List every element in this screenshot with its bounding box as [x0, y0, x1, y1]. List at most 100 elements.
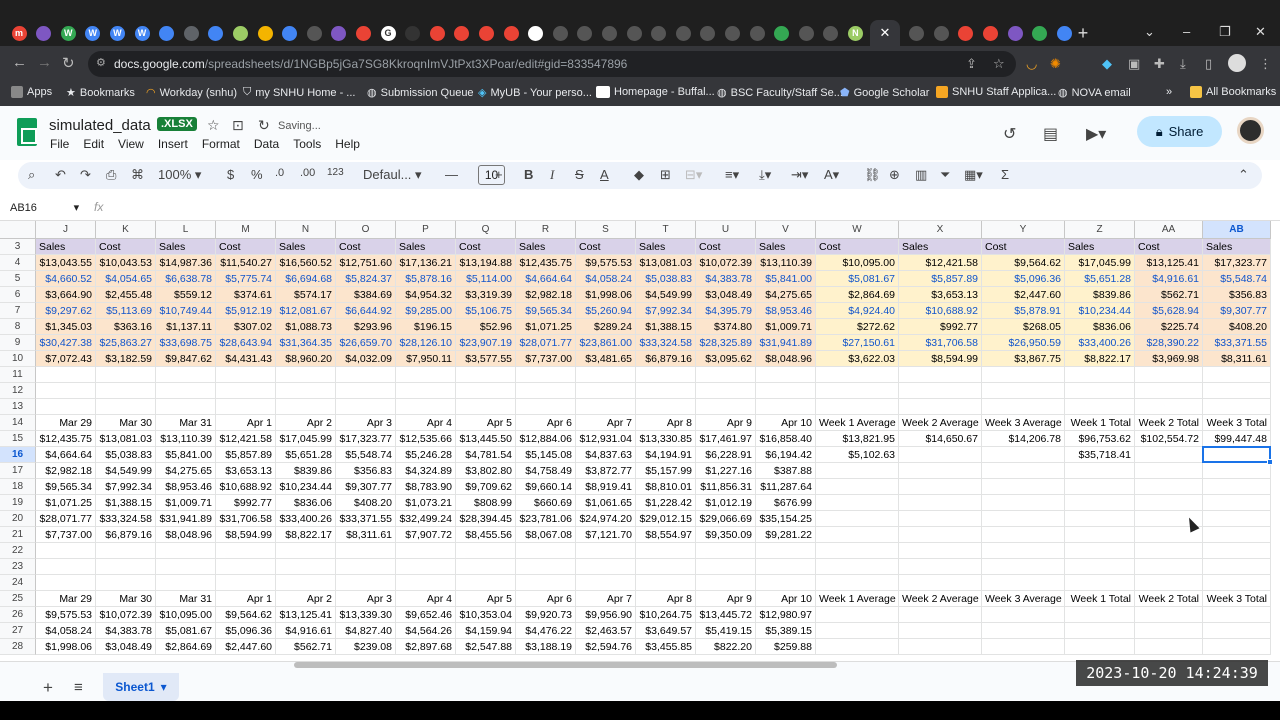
cell-n17[interactable]: $839.86: [276, 463, 336, 479]
cell-q22[interactable]: [456, 543, 516, 559]
cell-n15[interactable]: $17,045.99: [276, 431, 336, 447]
cell-aa15[interactable]: $102,554.72: [1135, 431, 1203, 447]
cell-v19[interactable]: $676.99: [756, 495, 816, 511]
cell-m6[interactable]: $374.61: [216, 287, 276, 303]
cell-w3[interactable]: Cost: [816, 239, 899, 255]
extension-icon[interactable]: ▣: [1128, 56, 1140, 72]
cell-aa25[interactable]: Week 2 Total: [1135, 591, 1203, 607]
cell-v5[interactable]: $5,841.00: [756, 271, 816, 287]
cell-k17[interactable]: $4,549.99: [96, 463, 156, 479]
menu-data[interactable]: Data: [254, 137, 279, 151]
currency-format-button[interactable]: $: [227, 167, 234, 182]
decrease-font-size-button[interactable]: —: [445, 167, 458, 182]
cell-x6[interactable]: $3,653.13: [899, 287, 982, 303]
cell-p11[interactable]: [396, 367, 456, 383]
cell-n6[interactable]: $574.17: [276, 287, 336, 303]
cell-j10[interactable]: $7,072.43: [36, 351, 96, 367]
cell-t20[interactable]: $29,012.15: [636, 511, 696, 527]
cell-z11[interactable]: [1065, 367, 1135, 383]
forward-icon[interactable]: →: [37, 54, 52, 71]
insert-chart-icon[interactable]: ▥: [915, 167, 927, 183]
cell-x10[interactable]: $8,594.99: [899, 351, 982, 367]
browser-tab[interactable]: [352, 20, 374, 46]
cell-aa11[interactable]: [1135, 367, 1203, 383]
cell-ab15[interactable]: $99,447.48: [1203, 431, 1271, 447]
cell-s14[interactable]: Apr 7: [576, 415, 636, 431]
cell-n14[interactable]: Apr 2: [276, 415, 336, 431]
spreadsheet-grid[interactable]: J K L M N O P Q R S T U V W X Y Z AA AB 3 Sales Cost Sales Cost…: [0, 221, 1280, 661]
percent-format-button[interactable]: %: [251, 167, 263, 182]
cell-z17[interactable]: [1065, 463, 1135, 479]
maximize-icon[interactable]: ❐: [1219, 24, 1231, 40]
cell-m9[interactable]: $28,643.94: [216, 335, 276, 351]
insert-comment-icon[interactable]: ⊕: [889, 167, 900, 183]
increase-font-size-button[interactable]: +: [495, 167, 503, 182]
bookmark-submission-queue[interactable]: ◍ Submission Queue: [367, 86, 474, 100]
browser-tab[interactable]: [955, 20, 977, 46]
cell-y24[interactable]: [982, 575, 1065, 591]
browser-tab[interactable]: [254, 20, 276, 46]
cell-l22[interactable]: [156, 543, 216, 559]
cell-o16[interactable]: $5,548.74: [336, 447, 396, 463]
browser-tab[interactable]: [525, 20, 547, 46]
cell-n4[interactable]: $16,560.52: [276, 255, 336, 271]
browser-tab[interactable]: G: [377, 20, 399, 46]
cell-t22[interactable]: [636, 543, 696, 559]
cell-k3[interactable]: Cost: [96, 239, 156, 255]
cell-aa17[interactable]: [1135, 463, 1203, 479]
cell-v28[interactable]: $259.88: [756, 639, 816, 655]
cell-o28[interactable]: $239.08: [336, 639, 396, 655]
cell-v8[interactable]: $1,009.71: [756, 319, 816, 335]
cell-j24[interactable]: [36, 575, 96, 591]
cell-p3[interactable]: Sales: [396, 239, 456, 255]
minimize-icon[interactable]: –: [1183, 24, 1190, 39]
row-header-15[interactable]: 15: [0, 431, 36, 447]
cell-l28[interactable]: $2,864.69: [156, 639, 216, 655]
strikethrough-button[interactable]: S: [575, 167, 584, 182]
cell-j11[interactable]: [36, 367, 96, 383]
cell-w10[interactable]: $3,622.03: [816, 351, 899, 367]
row-header-16[interactable]: 16: [0, 447, 36, 463]
bookmark-snhu-staff[interactable]: SNHU Staff Applica...: [936, 86, 1056, 98]
cell-y7[interactable]: $5,878.91: [982, 303, 1065, 319]
cell-p5[interactable]: $5,878.16: [396, 271, 456, 287]
cell-w7[interactable]: $4,924.40: [816, 303, 899, 319]
cell-j17[interactable]: $2,982.18: [36, 463, 96, 479]
cell-ab14[interactable]: Week 3 Total: [1203, 415, 1271, 431]
cell-u4[interactable]: $10,072.39: [696, 255, 756, 271]
cell-r3[interactable]: Sales: [516, 239, 576, 255]
cell-y25[interactable]: Week 3 Average: [982, 591, 1065, 607]
cell-aa19[interactable]: [1135, 495, 1203, 511]
cell-r19[interactable]: $660.69: [516, 495, 576, 511]
cell-p22[interactable]: [396, 543, 456, 559]
cell-s18[interactable]: $8,919.41: [576, 479, 636, 495]
cell-o15[interactable]: $17,323.77: [336, 431, 396, 447]
cell-ab17[interactable]: [1203, 463, 1271, 479]
cell-u17[interactable]: $1,227.16: [696, 463, 756, 479]
font-select[interactable]: Defaul... ▾: [363, 167, 422, 183]
document-title[interactable]: simulated_data: [49, 117, 151, 134]
cell-v12[interactable]: [756, 383, 816, 399]
cell-r16[interactable]: $5,145.08: [516, 447, 576, 463]
cell-o21[interactable]: $8,311.61: [336, 527, 396, 543]
cell-n10[interactable]: $8,960.20: [276, 351, 336, 367]
browser-tab[interactable]: [180, 20, 202, 46]
cell-m20[interactable]: $31,706.58: [216, 511, 276, 527]
cell-o9[interactable]: $26,659.70: [336, 335, 396, 351]
menu-edit[interactable]: Edit: [83, 137, 104, 151]
cell-v11[interactable]: [756, 367, 816, 383]
cell-aa18[interactable]: [1135, 479, 1203, 495]
row-header-27[interactable]: 27: [0, 623, 36, 639]
cell-r14[interactable]: Apr 6: [516, 415, 576, 431]
cell-r27[interactable]: $4,476.22: [516, 623, 576, 639]
extensions-puzzle-icon[interactable]: ✚: [1154, 56, 1165, 72]
cell-aa10[interactable]: $3,969.98: [1135, 351, 1203, 367]
row-header-9[interactable]: 9: [0, 335, 36, 351]
cell-m16[interactable]: $5,857.89: [216, 447, 276, 463]
cell-t6[interactable]: $4,549.99: [636, 287, 696, 303]
cell-l24[interactable]: [156, 575, 216, 591]
cell-y21[interactable]: [982, 527, 1065, 543]
cell-z15[interactable]: $96,753.62: [1065, 431, 1135, 447]
cell-p24[interactable]: [396, 575, 456, 591]
row-header-4[interactable]: 4: [0, 255, 36, 271]
